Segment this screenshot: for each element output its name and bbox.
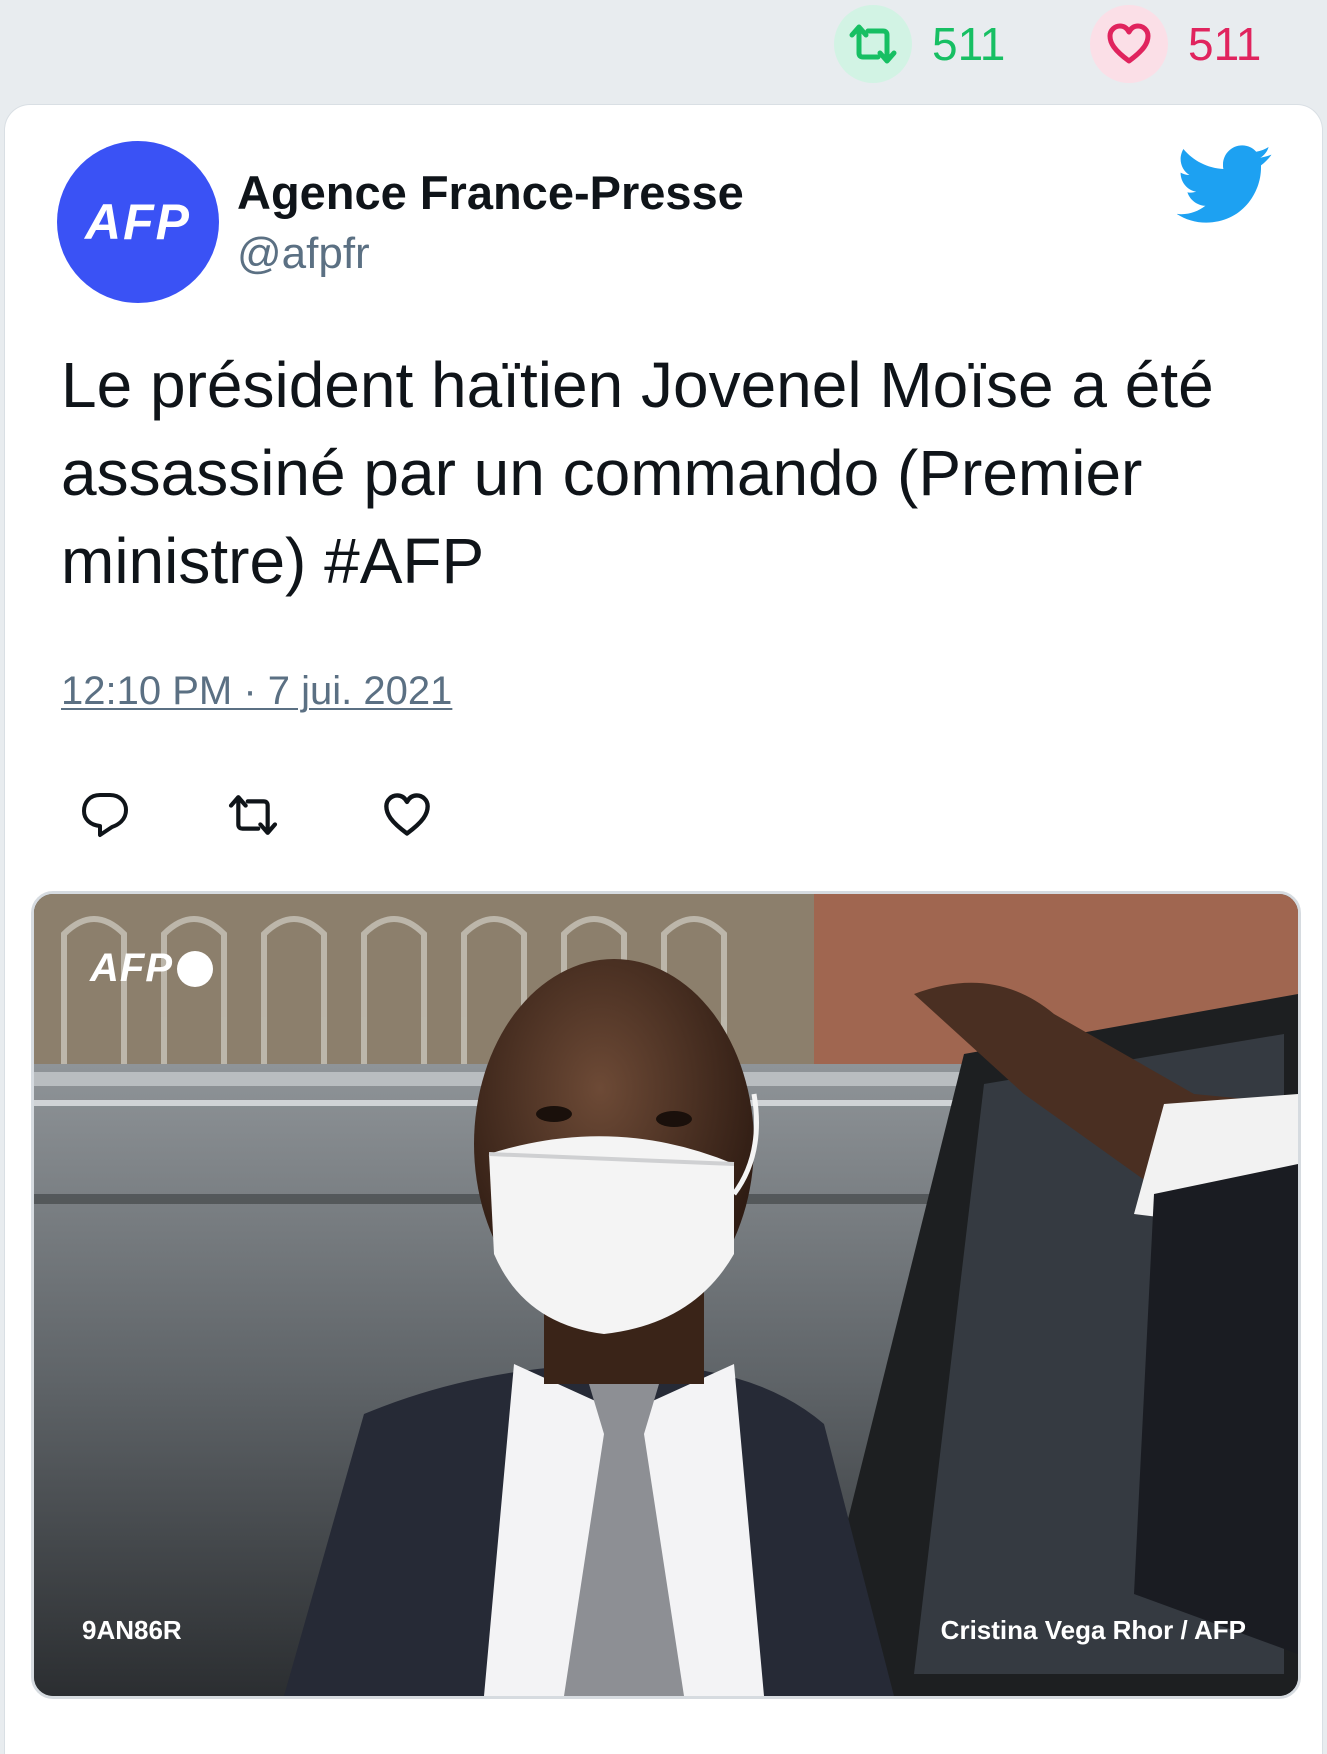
retweet-icon	[834, 5, 912, 83]
photo-reference-code: 9AN86R	[82, 1615, 182, 1645]
retweet-count: 511	[932, 18, 1006, 70]
author-name[interactable]: Agence France-Presse	[237, 165, 744, 220]
engagement-stats: 511 511	[0, 0, 1327, 95]
twitter-bird-icon[interactable]	[1176, 145, 1273, 225]
retweet-icon[interactable]	[225, 787, 281, 843]
reply-icon[interactable]	[77, 787, 133, 843]
heart-icon	[1090, 5, 1168, 83]
tweet-photo[interactable]: AFP 9AN86R Cristina Vega Rhor / AFP	[31, 891, 1301, 1699]
like-count: 511	[1188, 18, 1262, 70]
avatar[interactable]: AFP	[57, 141, 219, 303]
watermark-dot	[177, 950, 213, 987]
like-icon[interactable]	[379, 787, 435, 843]
watermark-text: AFP	[90, 946, 173, 990]
photo-scene	[34, 894, 1298, 1696]
photo-credit: Cristina Vega Rhor / AFP	[940, 1615, 1246, 1645]
tweet-text: Le président haïtien Jovenel Moïse a été…	[61, 349, 1214, 597]
author-handle[interactable]: @afpfr	[237, 229, 370, 279]
like-count-stat[interactable]: 511	[1090, 5, 1262, 83]
avatar-text: AFP	[85, 194, 191, 250]
tweet-timestamp[interactable]: 12:10 PM · 7 jui. 2021	[61, 669, 452, 714]
tweet-card: AFP Agence France-Presse @afpfr Le prési…	[4, 104, 1323, 1754]
afp-watermark: AFP	[90, 946, 213, 991]
retweet-count-stat[interactable]: 511	[834, 5, 1006, 83]
